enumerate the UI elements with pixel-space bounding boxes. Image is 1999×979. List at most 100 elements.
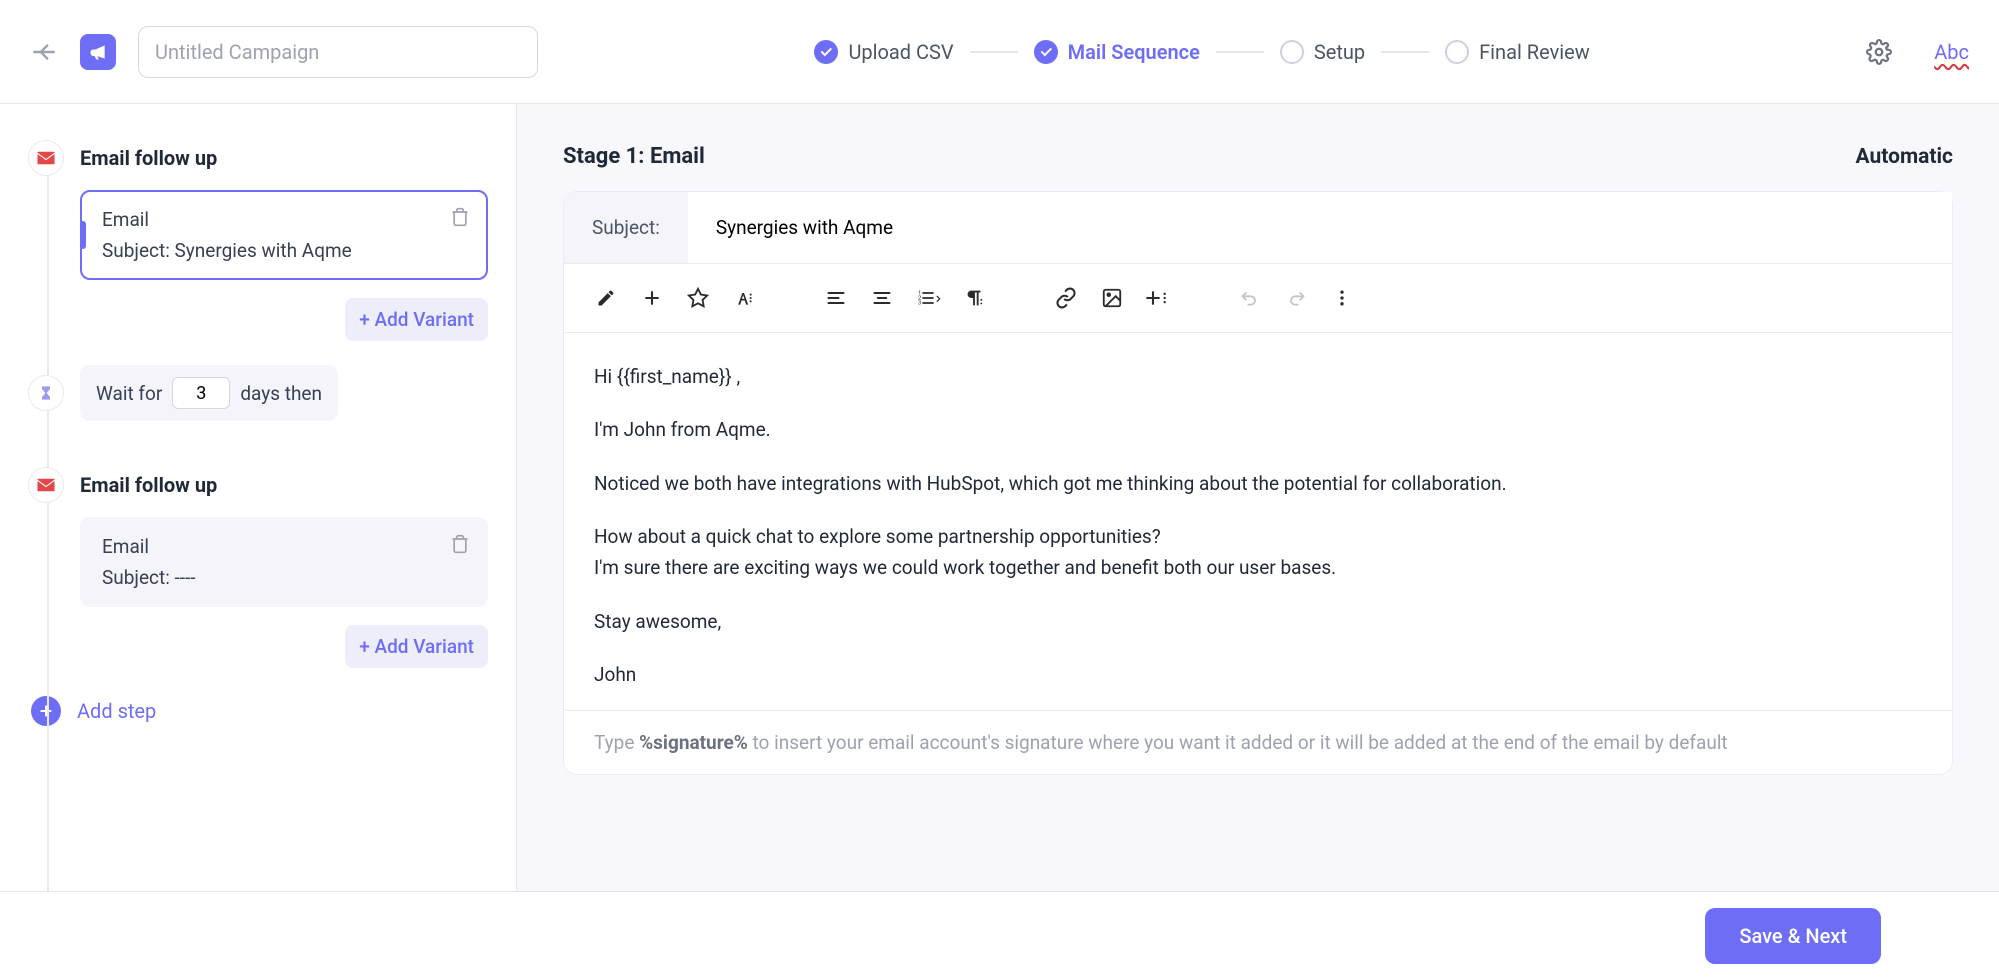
stage-header: Email follow up	[28, 140, 488, 176]
add-step-button[interactable]	[31, 696, 61, 726]
wait-stage: Wait for days then	[28, 365, 488, 421]
toolbar-insert-button[interactable]	[632, 278, 672, 318]
delete-email-button[interactable]	[450, 533, 470, 555]
email-body-editor[interactable]: Hi {{first_name}} , I'm John from Aqme. …	[564, 333, 1952, 710]
add-step-label[interactable]: Add step	[77, 699, 156, 723]
svg-text:3: 3	[918, 301, 921, 307]
step-connector	[1216, 51, 1264, 53]
editor-title: Stage 1: Email	[563, 144, 705, 169]
spellcheck-toggle[interactable]: Abc	[1934, 40, 1969, 64]
pending-circle-icon	[1280, 40, 1304, 64]
editor-toolbar: 123	[564, 264, 1952, 333]
back-button[interactable]	[30, 38, 58, 66]
header-left	[30, 26, 538, 78]
settings-button[interactable]	[1866, 39, 1892, 65]
megaphone-icon	[88, 42, 108, 62]
progress-stepper: Upload CSV Mail Sequence Setup Final Rev…	[538, 40, 1866, 64]
campaign-name-input[interactable]	[138, 26, 538, 78]
wait-prefix: Wait for	[96, 382, 162, 405]
wait-config[interactable]: Wait for days then	[80, 365, 338, 421]
step-label: Mail Sequence	[1068, 40, 1200, 64]
redo-icon	[1285, 288, 1307, 308]
align-left-icon	[825, 288, 847, 308]
body-line: John	[594, 659, 1922, 690]
toolbar-redo-button[interactable]	[1276, 278, 1316, 318]
wait-days-input[interactable]	[172, 377, 230, 409]
delete-email-button[interactable]	[450, 206, 470, 228]
sequence-stage-1: Email follow up Email Subject: Synergies…	[28, 140, 488, 280]
sequence-sidebar: Email follow up Email Subject: Synergies…	[0, 104, 516, 891]
toolbar-more-insert-button[interactable]	[1138, 278, 1178, 318]
step-label: Final Review	[1479, 40, 1590, 64]
align-center-icon	[871, 288, 893, 308]
check-circle-icon	[814, 40, 838, 64]
subject-field-label: Subject:	[564, 192, 688, 263]
save-next-button[interactable]: Save & Next	[1705, 908, 1881, 964]
plus-dots-icon	[1146, 288, 1170, 308]
app-footer: Save & Next	[0, 891, 1999, 979]
toolbar-list-button[interactable]: 123	[908, 278, 948, 318]
subject-row: Subject:	[564, 192, 1952, 264]
sig-token: %signature%	[639, 731, 748, 754]
editor-panel: Stage 1: Email Automatic Subject: 123	[516, 104, 1999, 891]
toolbar-align-center-button[interactable]	[862, 278, 902, 318]
toolbar-image-button[interactable]	[1092, 278, 1132, 318]
wait-stage-icon	[28, 375, 64, 411]
email-stage-icon	[28, 140, 64, 176]
campaign-logo	[80, 34, 116, 70]
editor-header: Stage 1: Email Automatic	[563, 144, 1953, 169]
card-subject-label: Subject: ----	[102, 566, 466, 589]
signature-hint: Type %signature% to insert your email ac…	[564, 710, 1952, 774]
card-subject-label: Subject: Synergies with Aqme	[102, 239, 466, 262]
step-mail-sequence[interactable]: Mail Sequence	[1034, 40, 1200, 64]
stage-title: Email follow up	[80, 473, 217, 497]
body-line: How about a quick chat to explore some p…	[594, 521, 1922, 552]
step-label: Setup	[1314, 40, 1365, 64]
main-content: Email follow up Email Subject: Synergies…	[0, 104, 1999, 891]
step-setup[interactable]: Setup	[1280, 40, 1365, 64]
toolbar-edit-button[interactable]	[586, 278, 626, 318]
email-card-active[interactable]: Email Subject: Synergies with Aqme	[80, 190, 488, 280]
step-connector	[970, 51, 1018, 53]
header-right: Abc	[1866, 39, 1969, 65]
step-final-review[interactable]: Final Review	[1445, 40, 1590, 64]
undo-icon	[1239, 288, 1261, 308]
gear-icon	[1866, 39, 1892, 65]
paragraph-icon	[963, 287, 985, 309]
list-icon: 123	[915, 288, 941, 308]
toolbar-undo-button[interactable]	[1230, 278, 1270, 318]
toolbar-link-button[interactable]	[1046, 278, 1086, 318]
add-variant-button[interactable]: + Add Variant	[345, 298, 488, 341]
add-step-row: Add step	[28, 696, 488, 726]
step-upload-csv[interactable]: Upload CSV	[814, 40, 953, 64]
toolbar-paragraph-button[interactable]	[954, 278, 994, 318]
hourglass-icon	[38, 383, 54, 403]
sequence-stage-2: Email follow up Email Subject: ----	[28, 467, 488, 607]
pending-circle-icon	[1445, 40, 1469, 64]
more-vertical-icon	[1339, 288, 1345, 308]
step-label: Upload CSV	[848, 40, 953, 64]
card-type-label: Email	[102, 535, 466, 558]
variant-row: + Add Variant	[80, 625, 488, 668]
body-line: Hi {{first_name}} ,	[594, 361, 1922, 392]
plus-icon	[642, 288, 662, 308]
toolbar-font-button[interactable]	[724, 278, 764, 318]
stage-title: Email follow up	[80, 146, 217, 170]
toolbar-star-button[interactable]	[678, 278, 718, 318]
step-connector	[1381, 51, 1429, 53]
add-variant-button[interactable]: + Add Variant	[345, 625, 488, 668]
arrow-left-icon	[31, 39, 57, 65]
variant-row: + Add Variant	[80, 298, 488, 341]
toolbar-align-left-button[interactable]	[816, 278, 856, 318]
email-card-inactive[interactable]: Email Subject: ----	[80, 517, 488, 607]
trash-icon	[450, 533, 470, 555]
image-icon	[1100, 287, 1124, 309]
editor-mode-label[interactable]: Automatic	[1856, 145, 1953, 169]
body-line: Stay awesome,	[594, 606, 1922, 637]
sig-hint-pre: Type	[594, 731, 639, 754]
subject-input[interactable]	[688, 192, 1952, 263]
pencil-icon	[596, 288, 616, 308]
envelope-icon	[36, 151, 56, 165]
app-header: Upload CSV Mail Sequence Setup Final Rev…	[0, 0, 1999, 104]
toolbar-more-button[interactable]	[1322, 278, 1362, 318]
